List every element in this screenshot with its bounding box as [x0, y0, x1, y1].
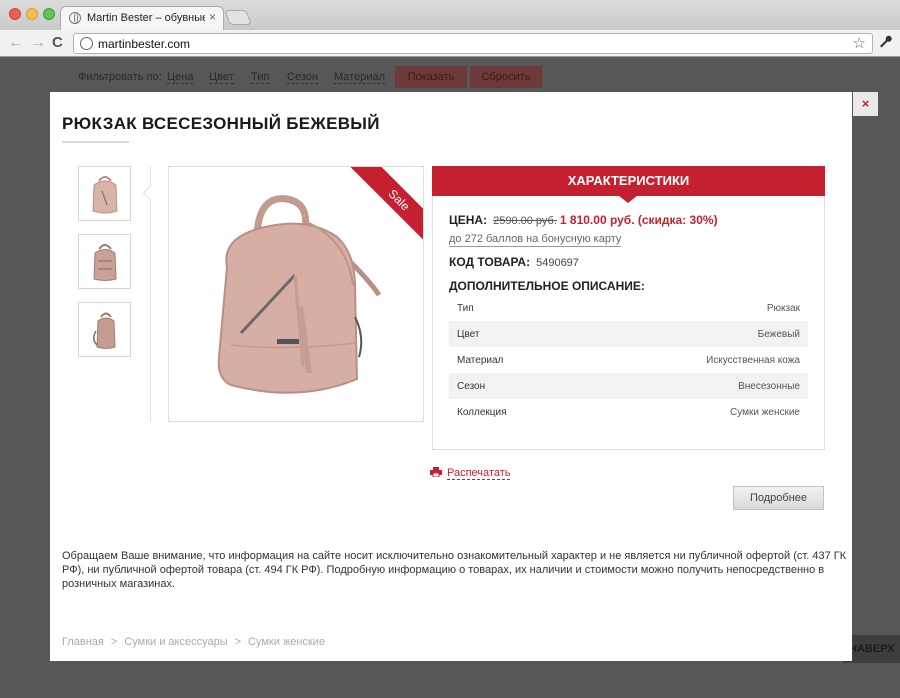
- attribute-value: Бежевый: [757, 329, 800, 340]
- wrench-icon[interactable]: [878, 34, 892, 51]
- bookmark-star-icon[interactable]: ☆: [853, 34, 866, 52]
- globe-icon: [69, 12, 81, 24]
- new-price: 1 810.00 руб. (скидка: 30%): [559, 213, 718, 227]
- attribute-row: Сезон Внесезонные: [449, 373, 808, 399]
- globe-icon: [80, 37, 93, 50]
- product-title: РЮКЗАК ВСЕСЕЗОННЫЙ БЕЖЕВЫЙ: [62, 114, 380, 133]
- print-link[interactable]: Распечатать: [430, 467, 511, 480]
- code-value: 5490697: [536, 257, 579, 269]
- legal-notice: Обращаем Ваше внимание, что информация н…: [62, 550, 847, 590]
- filter-label: Фильтровать по:: [78, 71, 162, 83]
- tab-title: Martin Bester – обувные сал: [87, 12, 205, 24]
- breadcrumb-separator: >: [234, 636, 242, 648]
- reload-icon[interactable]: C: [52, 34, 63, 52]
- attribute-value: Внесезонные: [738, 381, 800, 392]
- breadcrumb-separator: >: [110, 636, 118, 648]
- backpack-thumb-icon: [93, 312, 116, 349]
- thumbnail-1[interactable]: [78, 166, 131, 221]
- reset-button[interactable]: Сбросить: [470, 66, 542, 88]
- header-pointer: [619, 196, 637, 203]
- old-price: 2590.00 руб.: [493, 215, 557, 227]
- bonus-link[interactable]: до 272 баллов на бонусную карту: [449, 233, 622, 247]
- breadcrumb-bags[interactable]: Сумки и аксессуары: [124, 636, 227, 648]
- specifications-header: ХАРАКТЕРИСТИКИ: [432, 166, 825, 196]
- back-arrow-icon[interactable]: ←: [8, 34, 24, 52]
- address-bar[interactable]: martinbester.com ☆: [73, 33, 873, 54]
- minimize-window-button[interactable]: [26, 8, 38, 20]
- filter-color[interactable]: Цвет: [209, 71, 234, 84]
- product-code-row: КОД ТОВАРА: 5490697: [449, 255, 579, 269]
- title-underline: [62, 141, 129, 143]
- close-window-button[interactable]: [9, 8, 21, 20]
- browser-tab[interactable]: Martin Bester – обувные сал ×: [60, 6, 224, 31]
- specifications-panel: ХАРАКТЕРИСТИКИ ЦЕНА: 2590.00 руб. 1 810.00…: [432, 166, 825, 450]
- filter-season[interactable]: Сезон: [287, 71, 318, 84]
- thumbnail-pointer: [142, 185, 158, 201]
- attribute-name: Материал: [457, 355, 504, 366]
- printer-icon: [430, 467, 442, 478]
- filter-type[interactable]: Тип: [251, 71, 270, 84]
- code-label: КОД ТОВАРА:: [449, 255, 531, 269]
- breadcrumb-home[interactable]: Главная: [62, 636, 104, 648]
- attribute-name: Цвет: [457, 329, 480, 340]
- filter-price[interactable]: Цена: [167, 71, 194, 84]
- more-details-button[interactable]: Подробнее: [733, 486, 824, 510]
- attribute-value: Сумки женские: [729, 407, 800, 418]
- attribute-row: Коллекция Сумки женские: [449, 399, 808, 425]
- backpack-thumb-icon: [92, 176, 118, 214]
- attributes-table: Тип Рюкзак Цвет Бежевый Материал Искусст…: [449, 295, 808, 425]
- attribute-value: Искусственная кожа: [706, 355, 800, 366]
- description-title: ДОПОЛНИТЕЛЬНОЕ ОПИСАНИЕ:: [449, 279, 645, 293]
- browser-tab-bar: Martin Bester – обувные сал ×: [0, 0, 900, 31]
- show-button[interactable]: Показать: [395, 66, 467, 88]
- attribute-name: Тип: [457, 303, 474, 314]
- attribute-value: Рюкзак: [766, 303, 800, 314]
- attribute-row: Материал Искусственная кожа: [449, 347, 808, 373]
- attribute-row: Цвет Бежевый: [449, 321, 808, 347]
- price-label: ЦЕНА:: [449, 213, 488, 227]
- thumbnail-2[interactable]: [78, 234, 131, 289]
- price-row: ЦЕНА: 2590.00 руб. 1 810.00 руб. (скидка: …: [449, 213, 718, 227]
- zoom-window-button[interactable]: [43, 8, 55, 20]
- modal-close-button[interactable]: ×: [853, 92, 878, 116]
- thumbnail-3[interactable]: [78, 302, 131, 357]
- attribute-name: Коллекция: [457, 407, 507, 418]
- new-tab-button[interactable]: [224, 10, 252, 25]
- product-main-image[interactable]: Sale: [168, 166, 424, 422]
- print-link-label[interactable]: Распечатать: [447, 467, 511, 480]
- breadcrumb-womens-bags[interactable]: Сумки женские: [248, 636, 325, 648]
- backpack-thumb-icon: [93, 244, 117, 281]
- forward-arrow-icon[interactable]: →: [30, 34, 46, 52]
- attribute-name: Сезон: [457, 381, 486, 392]
- thumbnails-divider: [150, 166, 151, 422]
- filter-material[interactable]: Материал: [334, 71, 385, 84]
- attribute-row: Тип Рюкзак: [449, 295, 808, 321]
- url-text[interactable]: martinbester.com: [98, 37, 190, 51]
- backpack-image: [217, 195, 382, 394]
- product-modal: РЮКЗАК ВСЕСЕЗОННЫЙ БЕЖЕВЫЙ Sale ХАРАКТЕР…: [50, 92, 852, 661]
- breadcrumb: Главная > Сумки и аксессуары > Сумки женские: [62, 636, 325, 648]
- browser-toolbar: ← → C martinbester.com ☆: [0, 30, 900, 57]
- tab-close-icon[interactable]: ×: [209, 10, 216, 24]
